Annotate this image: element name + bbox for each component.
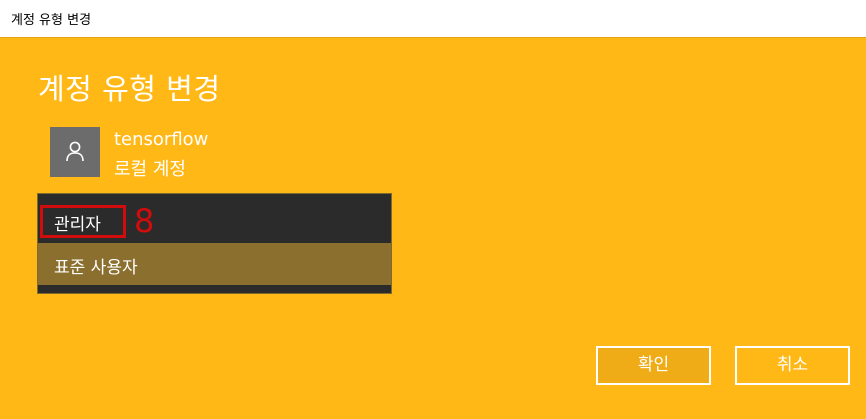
annotation-step-number: 8 [134, 202, 155, 240]
window-titlebar: 계정 유형 변경 [0, 0, 866, 38]
option-label: 표준 사용자 [54, 258, 138, 278]
dialog-heading: 계정 유형 변경 [38, 72, 221, 106]
account-type-option-standard-user[interactable]: 표준 사용자 [38, 243, 391, 285]
cancel-button[interactable]: 취소 [735, 346, 850, 385]
account-kind: 로컬 계정 [114, 159, 186, 180]
annotation-highlight-box [40, 205, 126, 238]
user-icon [66, 141, 84, 162]
avatar [50, 127, 100, 177]
account-username: tensorflow [114, 129, 209, 150]
window-title: 계정 유형 변경 [11, 13, 92, 28]
account-type-option-administrator[interactable]: 관리자 [38, 194, 391, 243]
account-type-dropdown-list[interactable]: 관리자 표준 사용자 [37, 193, 392, 294]
ok-button[interactable]: 확인 [596, 346, 711, 385]
